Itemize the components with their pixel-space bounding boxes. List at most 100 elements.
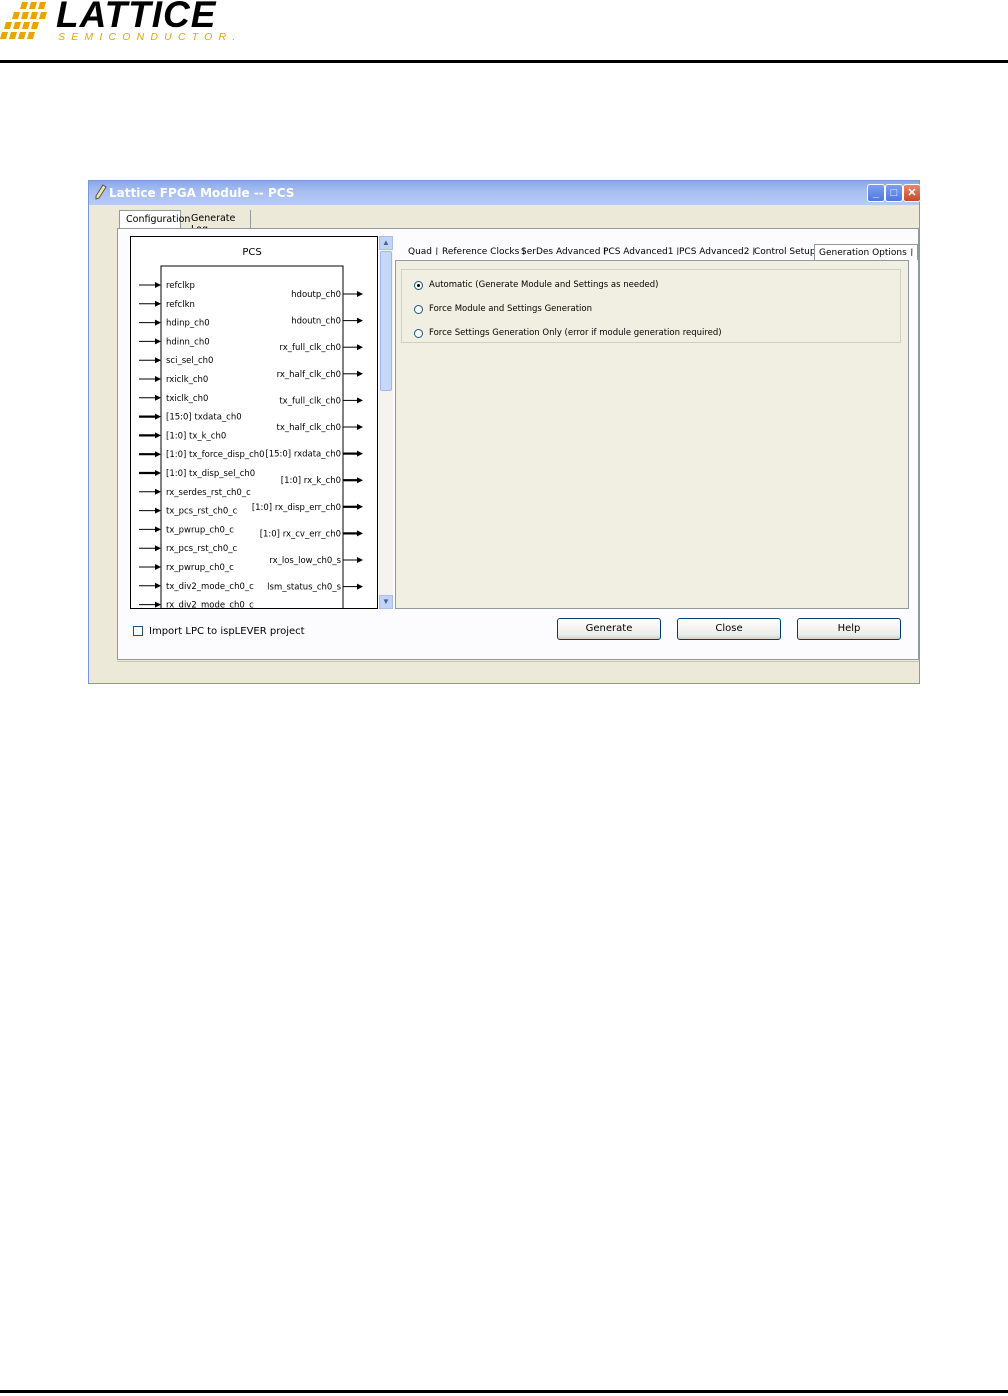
tab-generation-options[interactable]: Generation Options\ bbox=[814, 244, 918, 260]
input-port-arrow bbox=[139, 413, 161, 420]
input-port-arrow bbox=[139, 451, 161, 458]
tab-quad[interactable]: Quad\ bbox=[408, 244, 440, 260]
diagram-scrollbar[interactable]: ▲ ▼ bbox=[379, 236, 393, 609]
input-port-arrow bbox=[139, 282, 161, 288]
radio-automatic[interactable] bbox=[414, 280, 423, 290]
tab-pcs-advanced2[interactable]: PCS Advanced2\ bbox=[679, 244, 757, 260]
output-port-label: [15:0] rxdata_ch0 bbox=[265, 450, 341, 460]
pencil-icon bbox=[95, 184, 107, 200]
maximize-button[interactable]: □ bbox=[885, 184, 903, 202]
generate-button[interactable]: Generate bbox=[557, 618, 661, 640]
tab-reference-clocks[interactable]: Reference Clocks\ bbox=[442, 244, 527, 260]
logo-subtitle: SEMICONDUCTOR. bbox=[58, 31, 242, 43]
option-automatic[interactable]: Automatic (Generate Module and Settings … bbox=[414, 278, 658, 292]
diagram-title: PCS bbox=[242, 247, 261, 258]
option-force-settings-label: Force Settings Generation Only (error if… bbox=[429, 328, 722, 338]
import-lpc-row[interactable]: Import LPC to ispLEVER project bbox=[133, 624, 305, 638]
output-port-arrow bbox=[343, 370, 363, 377]
import-lpc-label: Import LPC to ispLEVER project bbox=[149, 625, 305, 637]
window-title: Lattice FPGA Module -- PCS bbox=[109, 186, 295, 200]
output-port-arrow bbox=[343, 477, 363, 484]
options-area: Quad\ Reference Clocks\ SerDes Advanced\… bbox=[395, 236, 918, 611]
scroll-down-icon[interactable]: ▼ bbox=[379, 595, 393, 609]
input-port-label: [1:0] tx_force_disp_ch0 bbox=[166, 450, 265, 460]
input-port-arrow bbox=[139, 470, 161, 476]
input-port-arrow bbox=[139, 582, 161, 589]
output-port-arrow bbox=[343, 530, 363, 537]
tab-quad-label: Quad bbox=[408, 247, 433, 257]
minimize-button[interactable]: _ bbox=[867, 184, 885, 202]
tab-serdes-advanced[interactable]: SerDes Advanced\ bbox=[521, 244, 608, 260]
output-port-arrow bbox=[343, 397, 363, 404]
output-port-label: hdoutn_ch0 bbox=[291, 317, 341, 327]
output-port-arrow bbox=[343, 424, 363, 430]
radio-force-module[interactable] bbox=[414, 304, 423, 314]
output-port-label: [1:0] rx_k_ch0 bbox=[281, 476, 341, 486]
tab-serdes-advanced-label: SerDes Advanced bbox=[521, 247, 601, 257]
input-port-arrow bbox=[139, 319, 161, 326]
input-port-label: refclkp bbox=[166, 281, 195, 291]
option-force-module-label: Force Module and Settings Generation bbox=[429, 304, 592, 314]
close-window-button[interactable]: ✕ bbox=[903, 184, 921, 202]
tab-reference-clocks-label: Reference Clocks bbox=[442, 247, 520, 257]
pcs-module-window: Lattice FPGA Module -- PCS _ □ ✕ Configu… bbox=[88, 180, 921, 684]
option-force-module[interactable]: Force Module and Settings Generation bbox=[414, 302, 592, 316]
output-port-label: lsm_status_ch0_s bbox=[267, 583, 341, 593]
tab-pcs-advanced1-label: PCS Advanced1 bbox=[603, 247, 674, 257]
input-port-arrow bbox=[139, 526, 161, 533]
input-port-label: refclkn bbox=[166, 300, 195, 310]
generation-options-panel: Automatic (Generate Module and Settings … bbox=[395, 260, 909, 609]
input-port-label: [15:0] txdata_ch0 bbox=[166, 413, 242, 423]
lattice-logo: LATTICE SEMICONDUCTOR. bbox=[0, 0, 260, 46]
input-port-arrow bbox=[139, 601, 161, 608]
output-port-label: rx_half_clk_ch0 bbox=[277, 370, 341, 380]
input-port-arrow bbox=[139, 564, 161, 570]
output-port-arrow bbox=[343, 557, 363, 563]
pcs-block-diagram: PCS refclkp refclkn hdinp_ch0 hdinn_ch0 sci_… bbox=[130, 236, 378, 609]
window-titlebar[interactable]: Lattice FPGA Module -- PCS _ □ ✕ bbox=[89, 181, 921, 205]
pcs-diagram-svg: PCS refclkp refclkn hdinp_ch0 hdinn_ch0 sci_… bbox=[139, 247, 363, 609]
option-automatic-label: Automatic (Generate Module and Settings … bbox=[429, 280, 659, 290]
input-port-arrow bbox=[139, 488, 161, 495]
import-lpc-checkbox[interactable] bbox=[133, 626, 143, 636]
output-port-label: tx_half_clk_ch0 bbox=[277, 423, 342, 433]
radio-force-settings[interactable] bbox=[414, 328, 423, 338]
scroll-thumb[interactable] bbox=[380, 251, 392, 391]
input-port-label: hdinn_ch0 bbox=[166, 337, 210, 347]
tab-configuration[interactable]: Configuration bbox=[119, 210, 190, 228]
output-port-label: rx_los_low_ch0_s bbox=[269, 556, 341, 566]
output-port-arrow bbox=[343, 344, 363, 351]
input-port-arrow bbox=[139, 376, 161, 382]
input-port-label: rx_pcs_rst_ch0_c bbox=[166, 544, 238, 554]
input-port-arrow bbox=[139, 394, 161, 401]
output-port-label: tx_full_clk_ch0 bbox=[279, 396, 341, 406]
output-port-label: [1:0] rx_disp_err_ch0 bbox=[252, 503, 341, 513]
tab-control-setup[interactable]: Control Setup\ bbox=[754, 244, 823, 260]
input-port-label: [1:0] tx_disp_sel_ch0 bbox=[166, 469, 255, 479]
header-rule bbox=[0, 60, 1008, 63]
generation-options-group: Automatic (Generate Module and Settings … bbox=[401, 269, 901, 343]
scroll-up-icon[interactable]: ▲ bbox=[379, 236, 393, 250]
tab-pcs-advanced1[interactable]: PCS Advanced1\ bbox=[603, 244, 681, 260]
input-port-arrow bbox=[139, 507, 161, 514]
window-status-area bbox=[117, 661, 919, 684]
footer-rule bbox=[0, 1390, 1008, 1393]
input-port-label: tx_div2_mode_ch0_c bbox=[166, 582, 254, 592]
output-port-arrow bbox=[343, 503, 363, 510]
input-port-arrow bbox=[139, 300, 161, 307]
input-port-label: rx_div2_mode_ch0_c bbox=[166, 601, 254, 609]
option-force-settings[interactable]: Force Settings Generation Only (error if… bbox=[414, 326, 722, 340]
logo-mark-icon bbox=[0, 2, 47, 39]
input-port-label: tx_pwrup_ch0_c bbox=[166, 525, 234, 535]
input-port-label: rx_serdes_rst_ch0_c bbox=[166, 488, 251, 498]
input-port-label: sci_sel_ch0 bbox=[166, 356, 213, 366]
input-port-arrow bbox=[139, 545, 161, 552]
output-port-label: rx_full_clk_ch0 bbox=[279, 343, 341, 353]
tab-pcs-advanced2-label: PCS Advanced2 bbox=[679, 247, 750, 257]
close-button[interactable]: Close bbox=[677, 618, 781, 640]
input-port-label: [1:0] tx_k_ch0 bbox=[166, 431, 226, 441]
help-button[interactable]: Help bbox=[797, 618, 901, 640]
output-port-label: hdoutp_ch0 bbox=[291, 290, 341, 300]
tab-generate-log[interactable]: Generate Log bbox=[185, 210, 251, 235]
output-port-arrow bbox=[343, 450, 363, 457]
